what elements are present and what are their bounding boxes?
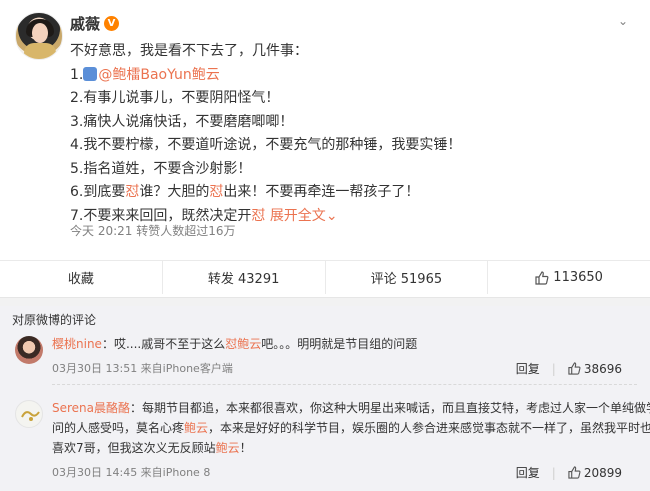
avatar-body-shape <box>24 43 56 59</box>
comment-label: 评论 51965 <box>370 272 443 287</box>
user-avatar[interactable] <box>15 12 63 60</box>
comments-title: 对原微博的评论 <box>12 313 97 327</box>
comment-like-count: 38696 <box>583 361 622 376</box>
line-6-part-a: 6.到底要 <box>70 184 126 200</box>
line-1-prefix: 1. <box>70 66 84 83</box>
comment-like-button[interactable]: 38696 <box>568 362 622 376</box>
section-gap <box>0 298 650 306</box>
action-bar: 收藏 转发 43291 评论 51965 113650 <box>0 260 650 294</box>
verified-badge-icon: V <box>104 16 120 31</box>
comment-avatar[interactable] <box>15 336 43 364</box>
comment-meta: 03月30日 14:45 来自iPhone 8 <box>52 466 211 479</box>
thumbs-up-icon <box>568 362 581 375</box>
user-row: 戚薇 V <box>70 13 120 34</box>
line-6-part-b: 谁？大胆的 <box>139 184 210 200</box>
line-6-part-c: 出来！不要再牵连一帮孩子了！ <box>223 184 420 200</box>
comment-actions: 回复 | 38696 <box>516 360 622 377</box>
post-line-0: 不好意思，我是看不下去了，几件事： <box>70 43 308 59</box>
comment-line-2: 问的人感受吗，莫名心疼鲍云，本来是好好的科学节目，娱乐圈的人参合进来感觉事态就不… <box>52 418 650 438</box>
comment-text: 问的人感受吗，莫名心疼 <box>52 421 185 435</box>
comment-highlight[interactable]: 鲍云 <box>216 441 240 455</box>
comment-text: ：每期节目都追，本来都很喜欢，你这种大明星出来喊话，而且直接艾特，考虑过人家一个… <box>130 401 650 415</box>
username[interactable]: 戚薇 <box>70 13 100 34</box>
avatar-ornament-icon <box>21 411 40 421</box>
repost-label: 转发 43291 <box>207 272 280 287</box>
avatar-face-shape <box>32 23 48 43</box>
weibo-post-card: 戚薇 V ⌄ 不好意思，我是看不下去了，几件事： 1. @鲍檑BaoYun鲍云 2… <box>0 0 650 298</box>
highlight-dui: 怼 <box>209 184 224 200</box>
reply-button[interactable]: 回复 <box>516 464 540 481</box>
post-line-3: 3.痛快人说痛快话，不要磨磨唧唧！ <box>70 113 294 130</box>
highlight-dui: 怼 <box>125 184 140 200</box>
comment-text-tail: 吧。。。明明就是节目组的问题 <box>261 337 418 351</box>
comment-like-count: 20899 <box>583 465 622 480</box>
thumbs-up-icon <box>568 466 581 479</box>
post-content: 不好意思，我是看不下去了，几件事： 1. @鲍檑BaoYun鲍云 2.有事儿说事儿… <box>70 40 630 228</box>
post-meta: 今天 20:21 转赞人数超过16万 <box>70 224 236 238</box>
thumbs-up-icon <box>535 270 549 285</box>
post-line-2: 2.有事儿说事儿，不要阴阳怪气！ <box>70 90 280 106</box>
commenter-name[interactable]: Serena晨酪酪 <box>52 401 130 415</box>
collect-label: 收藏 <box>67 272 94 287</box>
comment-text: ，本来是好好的科学节目，娱乐圈的人参合进来感觉事态就不一样了，虽然我平时也很 <box>208 421 650 435</box>
comment-avatar[interactable] <box>15 400 43 428</box>
comment-button[interactable]: 评论 51965 <box>326 261 489 294</box>
comment-like-button[interactable]: 20899 <box>568 466 622 480</box>
expand-chevron-icon[interactable]: ⌄ <box>326 208 338 224</box>
separator: | <box>551 465 556 480</box>
expand-full-text-link[interactable]: 展开全文 <box>270 208 326 224</box>
mention-link-icon <box>83 66 98 81</box>
comment-highlight[interactable]: 鲍云 <box>184 421 208 435</box>
comment-highlight[interactable]: 怼鲍云 <box>225 337 261 351</box>
comment-body: Serena晨酪酪：每期节目都追，本来都很喜欢，你这种大明星出来喊话，而且直接艾… <box>52 398 650 458</box>
highlight-dui: 怼 <box>251 207 266 224</box>
commenter-name[interactable]: 樱桃nine <box>52 337 102 351</box>
mention-link[interactable]: @鲍檑BaoYun鲍云 <box>98 67 219 83</box>
comment-divider <box>52 384 637 385</box>
like-button[interactable]: 113650 <box>488 261 650 294</box>
post-line-4: 4.我不要柠檬，不要道听途说，不要充气的那种锤，我要实锤！ <box>70 137 462 153</box>
post-line-1: 1. @鲍檑BaoYun鲍云 <box>70 64 630 88</box>
reply-button[interactable]: 回复 <box>516 360 540 377</box>
comment-text: ！ <box>239 441 252 455</box>
more-menu-chevron-icon[interactable]: ⌄ <box>618 14 628 28</box>
post-line-5: 5.指名道姓，不要含沙射影！ <box>70 160 252 177</box>
comment-line-3: 喜欢7哥，但我这次义无反顾站鲍云！ <box>52 438 637 458</box>
comment-body: 樱桃nine：哎....戚哥不至于这么怼鲍云吧。。。明明就是节目组的问题 <box>52 334 637 354</box>
comment-meta: 03月30日 13:51 来自iPhone客户端 <box>52 362 233 375</box>
comment-text: 喜欢7哥，但我这次义无反顾站 <box>52 441 216 455</box>
comment-line-1: Serena晨酪酪：每期节目都追，本来都很喜欢，你这种大明星出来喊话，而且直接艾… <box>52 398 650 418</box>
comments-section: 对原微博的评论 樱桃nine：哎....戚哥不至于这么怼鲍云吧。。。明明就是节目… <box>0 306 650 491</box>
collect-button[interactable]: 收藏 <box>0 261 163 294</box>
separator: | <box>551 361 556 376</box>
comment-text: ：哎....戚哥不至于这么 <box>101 337 226 351</box>
repost-button[interactable]: 转发 43291 <box>163 261 326 294</box>
like-count: 113650 <box>553 270 603 285</box>
comment-actions: 回复 | 20899 <box>516 464 622 481</box>
post-line-6: 6.到底要怼谁？大胆的怼出来！不要再牵连一帮孩子了！ <box>70 181 630 205</box>
